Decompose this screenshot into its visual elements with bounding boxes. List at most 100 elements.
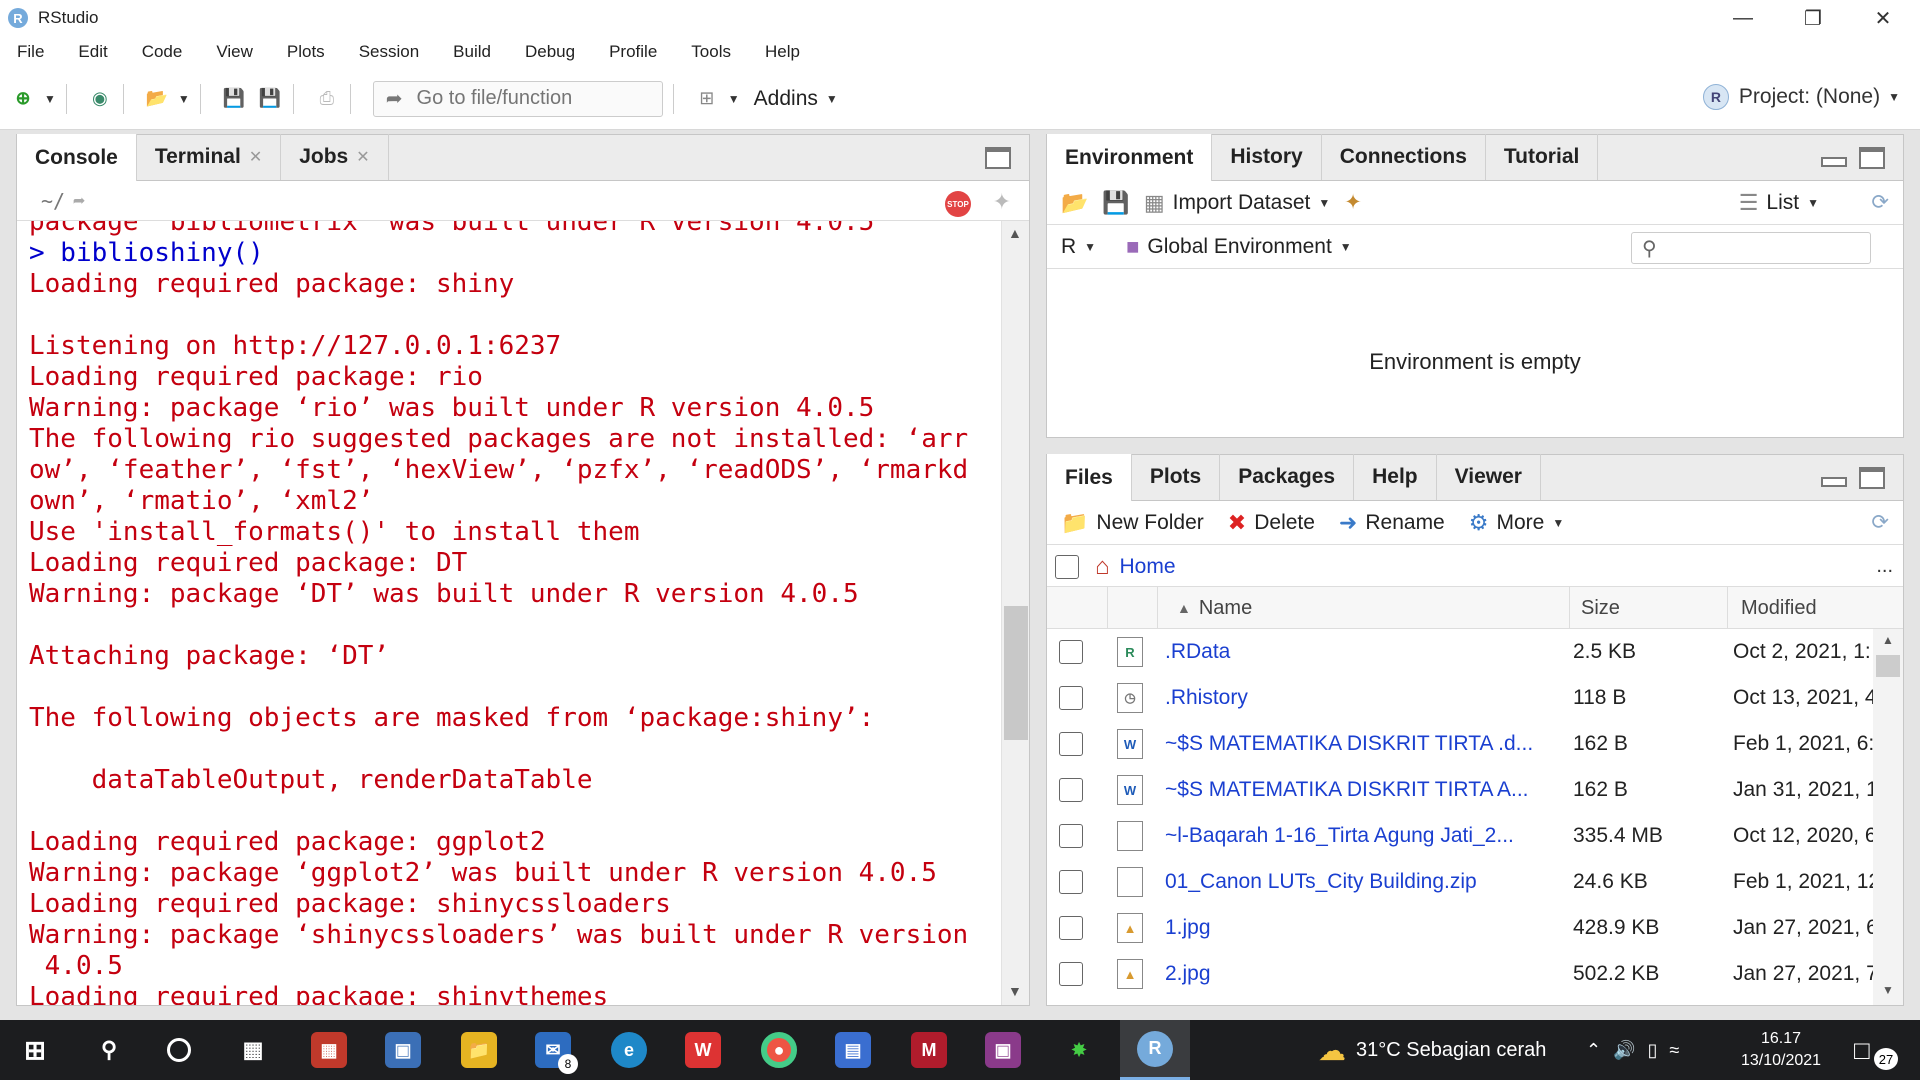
maximize-pane-icon[interactable] [1859,147,1885,169]
close-tab-icon[interactable]: ✕ [356,147,369,167]
task-view-icon[interactable]: ▦ [222,1020,284,1080]
tab-tutorial[interactable]: Tutorial [1486,134,1599,180]
tab-connections[interactable]: Connections [1322,134,1486,180]
goto-file-function-input[interactable]: ➦ [372,80,663,117]
windows-start-icon[interactable]: ⊞ [4,1020,66,1080]
console-output[interactable]: package 'bibliometrix' was built under R… [17,221,1001,1005]
more-button[interactable]: ⚙ More ▼ [1469,510,1564,536]
rename-button[interactable]: ➜ Rename [1339,510,1445,536]
close-button[interactable]: ✕ [1848,0,1918,36]
file-row[interactable]: R .RData 2.5 KB Oct 2, 2021, 1: [1047,629,1873,675]
chevron-down-icon[interactable]: ▼ [826,92,838,106]
row-checkbox[interactable] [1059,732,1083,756]
minimize-pane-icon[interactable] [1821,477,1847,487]
clock[interactable]: 16.17 13/10/2021 [1724,1020,1838,1080]
print-icon[interactable]: ⎙ [314,86,340,112]
notifications-button[interactable]: □ 27 [1854,1020,1898,1080]
close-tab-icon[interactable]: ✕ [249,147,262,167]
volume-icon[interactable]: 🔊 [1613,1040,1635,1061]
files-scrollbar[interactable]: ▲ ▼ [1873,629,1903,1005]
tab-viewer[interactable]: Viewer [1437,454,1541,500]
column-name-header[interactable]: ▲ Name [1177,587,1252,629]
goto-input-field[interactable] [416,87,647,110]
menu-build[interactable]: Build [442,42,502,62]
file-row[interactable]: ▲ 1.jpg 428.9 KB Jan 27, 2021, 6: [1047,905,1873,951]
chevron-down-icon[interactable]: ▼ [44,92,56,106]
list-view-dropdown[interactable]: ☰ List ▼ [1739,190,1819,216]
save-workspace-icon[interactable]: 💾 [1102,190,1129,216]
scrollbar-thumb[interactable] [1876,655,1900,677]
file-explorer-icon[interactable]: 📁 [448,1020,510,1080]
rstudio-taskbar-icon[interactable]: R [1120,1020,1190,1080]
cortana-icon[interactable] [148,1020,210,1080]
weather-widget[interactable]: ☁ 31°C Sebagian cerah [1318,1020,1546,1080]
row-checkbox[interactable] [1059,824,1083,848]
row-checkbox[interactable] [1059,686,1083,710]
tab-packages[interactable]: Packages [1220,454,1355,500]
tab-jobs[interactable]: Jobs ✕ [281,134,389,180]
addins-button[interactable]: Addins [754,87,818,111]
file-row[interactable]: ~l-Baqarah 1-16_Tirta Agung Jati_2... 335… [1047,813,1873,859]
delete-button[interactable]: ✖ Delete [1228,510,1315,536]
menu-tools[interactable]: Tools [680,42,742,62]
file-row[interactable]: 01_Canon LUTs_City Building.zip 24.6 KB Fe… [1047,859,1873,905]
stop-icon[interactable]: STOP [945,191,971,217]
breadcrumb-home-link[interactable]: Home [1120,555,1176,579]
mendeley-icon[interactable]: M [898,1020,960,1080]
tab-environment[interactable]: Environment [1047,134,1213,181]
new-folder-button[interactable]: 📁 New Folder [1061,510,1204,536]
file-name-link[interactable]: .Rhistory [1165,675,1248,721]
wifi-icon[interactable]: ≈ [1669,1040,1679,1061]
global-environment-dropdown[interactable]: ■ Global Environment ▼ [1126,234,1352,260]
new-file-icon[interactable]: ⊕ [10,86,36,112]
tab-console[interactable]: Console [17,134,137,181]
winrar-icon[interactable]: ▣ [972,1020,1034,1080]
minimize-pane-icon[interactable] [1821,157,1847,167]
column-size-header[interactable]: Size [1581,587,1620,629]
column-modified-header[interactable]: Modified [1741,587,1817,629]
store-icon[interactable]: ▣ [372,1020,434,1080]
scroll-down-icon[interactable]: ▼ [1882,983,1894,997]
menu-help[interactable]: Help [754,42,811,62]
battery-icon[interactable]: ▯ [1648,1040,1658,1061]
minimize-button[interactable]: — [1708,0,1778,36]
tab-help[interactable]: Help [1354,454,1437,500]
more-path-button[interactable]: ... [1876,555,1893,578]
file-row[interactable]: ◷ .Rhistory 118 B Oct 13, 2021, 4: [1047,675,1873,721]
refresh-icon[interactable]: ⟳ [1871,190,1889,215]
file-name-link[interactable]: ~$S MATEMATIKA DISKRIT TIRTA .d... [1165,721,1533,767]
save-all-icon[interactable]: 💾 [257,86,283,112]
mail-icon[interactable]: ✉ 8 [522,1020,584,1080]
menu-plots[interactable]: Plots [276,42,336,62]
file-row[interactable]: ▲ 2.jpg 502.2 KB Jan 27, 2021, 7: [1047,951,1873,997]
chevron-down-icon[interactable]: ▼ [178,92,190,106]
file-name-link[interactable]: ~$S MATEMATIKA DISKRIT TIRTA A... [1165,767,1529,813]
refresh-icon[interactable]: ⟳ [1871,510,1889,535]
row-checkbox[interactable] [1059,778,1083,802]
row-checkbox[interactable] [1059,870,1083,894]
scrollbar-thumb[interactable] [1004,606,1028,740]
row-checkbox[interactable] [1059,962,1083,986]
project-menu[interactable]: R Project: (None) ▼ [1702,84,1900,110]
chevron-down-icon[interactable]: ▼ [728,92,740,106]
env-search-input[interactable]: ⚲ [1631,232,1871,264]
tab-plots[interactable]: Plots [1132,454,1221,500]
pane-layout-icon[interactable]: ⊞ [694,86,720,112]
menu-file[interactable]: File [6,42,55,62]
select-all-checkbox[interactable] [1055,554,1079,579]
goto-dir-arrow-icon[interactable]: ➦ [73,189,85,213]
file-name-link[interactable]: .RData [1165,629,1230,675]
menu-debug[interactable]: Debug [514,42,586,62]
menu-profile[interactable]: Profile [598,42,668,62]
file-name-link[interactable]: ~l-Baqarah 1-16_Tirta Agung Jati_2... [1165,813,1514,859]
restore-pane-icon[interactable] [985,147,1011,169]
file-name-link[interactable]: 1.jpg [1165,905,1211,951]
restore-button[interactable]: ❐ [1778,0,1848,36]
row-checkbox[interactable] [1059,640,1083,664]
clear-environment-broom-icon[interactable]: ✦ [1344,190,1362,215]
import-dataset-button[interactable]: ▦ Import Dataset ▼ [1144,190,1330,216]
search-icon[interactable]: ⚲ [78,1020,140,1080]
wps-office-icon[interactable]: W [672,1020,734,1080]
load-workspace-icon[interactable]: 📂 [1061,190,1088,216]
menu-code[interactable]: Code [131,42,194,62]
